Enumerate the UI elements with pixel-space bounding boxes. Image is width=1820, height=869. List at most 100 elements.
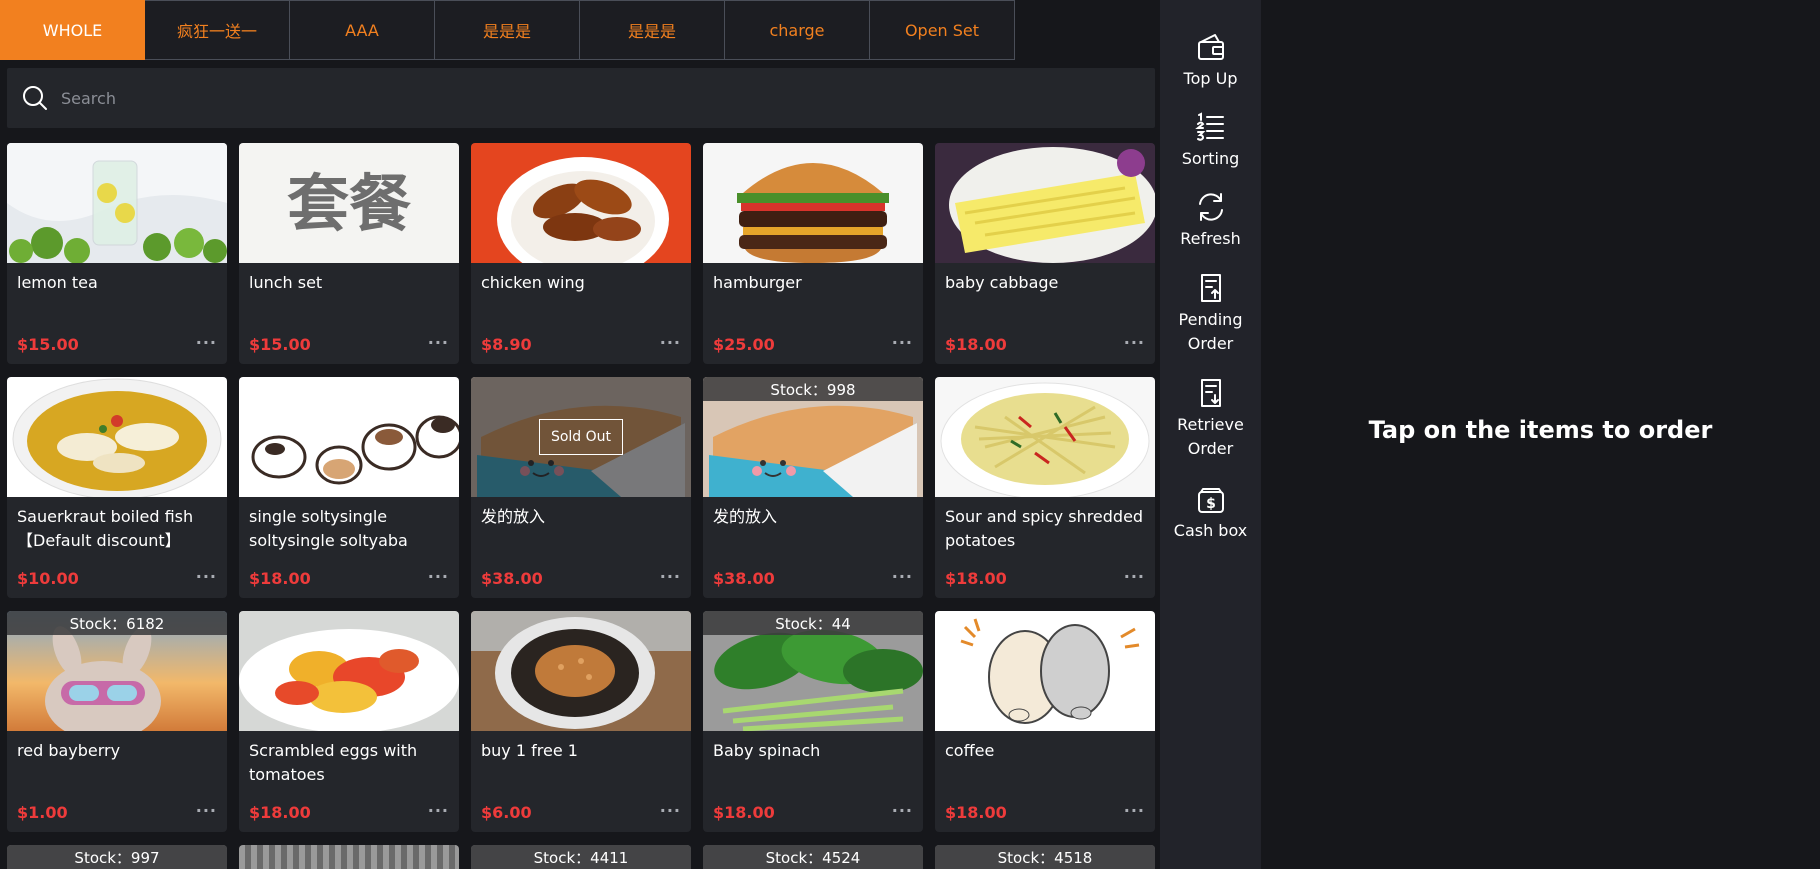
product-name: 发的放入	[481, 507, 546, 526]
search-icon	[23, 86, 47, 110]
stock-badge: Stock：998	[703, 377, 923, 401]
product-card[interactable]: Stock：6182 red bayberry $1.00 ···	[7, 611, 227, 832]
product-image	[471, 143, 691, 263]
more-options-icon[interactable]: ···	[1124, 333, 1145, 352]
more-options-icon[interactable]: ···	[660, 801, 681, 820]
more-options-icon[interactable]: ···	[428, 333, 449, 352]
tab-aaa[interactable]: AAA	[290, 0, 435, 60]
stock-badge: Stock：4518	[935, 845, 1155, 869]
stock-badge: Stock：44	[703, 611, 923, 635]
more-options-icon[interactable]: ···	[196, 333, 217, 352]
pending-order-button[interactable]: Pending Order	[1160, 271, 1261, 356]
stock-badge: Stock：4411	[471, 845, 691, 869]
refresh-button[interactable]: Refresh	[1160, 190, 1261, 251]
stock-badge: Stock：4524	[703, 845, 923, 869]
product-card[interactable]: Stock：44 Baby spinach $18.00 ···	[703, 611, 923, 832]
product-image	[7, 377, 227, 497]
product-card[interactable]: Sauerkraut boiled fish【Default discount】…	[7, 377, 227, 598]
more-options-icon[interactable]: ···	[892, 801, 913, 820]
sorting-label: Sorting	[1181, 149, 1240, 168]
sorting-button[interactable]: Sorting	[1160, 110, 1261, 171]
product-card[interactable]: Stock：4518	[935, 845, 1155, 869]
product-card[interactable]: chicken wing $8.90 ···	[471, 143, 691, 364]
product-card[interactable]: Stock：4524	[703, 845, 923, 869]
product-name: Scrambled eggs with tomatoes	[249, 741, 418, 784]
product-name: coffee	[945, 741, 995, 760]
product-card[interactable]: Sold Out 发的放入 $38.00 ···	[471, 377, 691, 598]
tab-shishishi-1[interactable]: 是是是	[435, 0, 580, 60]
product-price: $15.00	[249, 335, 311, 354]
product-card[interactable]: 套餐 lunch set $15.00 ···	[239, 143, 459, 364]
more-options-icon[interactable]: ···	[1124, 567, 1145, 586]
product-price: $18.00	[249, 569, 311, 588]
retrieve-order-label: Retrieve Order	[1177, 415, 1244, 458]
product-image: Stock：44	[703, 611, 923, 731]
more-options-icon[interactable]: ···	[196, 801, 217, 820]
product-name: 发的放入	[713, 507, 778, 526]
more-options-icon[interactable]: ···	[660, 333, 681, 352]
product-card[interactable]: lemon tea $15.00 ···	[7, 143, 227, 364]
sold-out-overlay: Sold Out	[471, 377, 691, 497]
product-name: hamburger	[713, 273, 802, 292]
product-card[interactable]: Scrambled eggs with tomatoes $18.00 ···	[239, 611, 459, 832]
top-up-label: Top Up	[1183, 69, 1238, 88]
product-price: $18.00	[249, 803, 311, 822]
product-card[interactable]: baby cabbage $18.00 ···	[935, 143, 1155, 364]
search-input[interactable]	[61, 88, 1121, 108]
cash-box-button[interactable]: $ Cash box	[1160, 482, 1261, 543]
product-image	[471, 611, 691, 731]
menu-panel: WHOLE 疯狂一送一 AAA 是是是 是是是 charge Open Set …	[0, 0, 1160, 869]
product-name: Sour and spicy shredded potatoes	[945, 507, 1144, 550]
product-name: Sauerkraut boiled fish【Default discount】	[17, 507, 194, 550]
more-options-icon[interactable]: ···	[892, 333, 913, 352]
top-up-button[interactable]: Top Up	[1160, 30, 1261, 91]
list-sort-icon	[1194, 112, 1224, 141]
more-options-icon[interactable]: ···	[196, 567, 217, 586]
product-card[interactable]: Stock：4411	[471, 845, 691, 869]
product-image: 套餐	[239, 143, 459, 263]
product-name: buy 1 free 1	[481, 741, 578, 760]
product-image	[7, 143, 227, 263]
product-card[interactable]: single soltysingle soltysingle soltyaba $…	[239, 377, 459, 598]
product-price: $25.00	[713, 335, 775, 354]
product-image	[935, 611, 1155, 731]
more-options-icon[interactable]: ···	[660, 567, 681, 586]
product-card[interactable]: coffee $18.00 ···	[935, 611, 1155, 832]
more-options-icon[interactable]: ···	[892, 567, 913, 586]
product-name: lunch set	[249, 273, 323, 292]
tab-open-set[interactable]: Open Set	[870, 0, 1015, 60]
product-price: $8.90	[481, 335, 532, 354]
more-options-icon[interactable]: ···	[1124, 801, 1145, 820]
cash-box-label: Cash box	[1173, 521, 1248, 540]
product-card[interactable]: Stock：997	[7, 845, 227, 869]
product-image: Sold Out	[471, 377, 691, 497]
more-options-icon[interactable]: ···	[428, 567, 449, 586]
product-card[interactable]: hamburger $25.00 ···	[703, 143, 923, 364]
action-sidebar: Top Up Sorting Refresh Pending Order Ret…	[1160, 0, 1261, 869]
product-image: Stock：6182	[7, 611, 227, 731]
product-image	[703, 143, 923, 263]
refresh-label: Refresh	[1180, 229, 1241, 248]
retrieve-order-button[interactable]: Retrieve Order	[1160, 376, 1261, 461]
tab-shishishi-2[interactable]: 是是是	[580, 0, 725, 60]
pending-order-label: Pending Order	[1178, 310, 1243, 353]
order-empty-hint: Tap on the items to order	[1368, 416, 1713, 444]
refresh-icon	[1198, 193, 1223, 221]
product-card[interactable]: buy 1 free 1 $6.00 ···	[471, 611, 691, 832]
stock-badge: Stock：997	[7, 845, 227, 869]
product-price: $1.00	[17, 803, 68, 822]
stock-badge: Stock：6182	[7, 611, 227, 635]
product-image	[239, 611, 459, 731]
product-card[interactable]: Sour and spicy shredded potatoes $18.00 ··…	[935, 377, 1155, 598]
more-options-icon[interactable]: ···	[428, 801, 449, 820]
search-bar[interactable]	[7, 68, 1155, 128]
product-card[interactable]	[239, 845, 459, 869]
tab-charge[interactable]: charge	[725, 0, 870, 60]
svg-text:$: $	[1206, 496, 1216, 512]
product-name: baby cabbage	[945, 273, 1059, 292]
tab-whole[interactable]: WHOLE	[0, 0, 145, 60]
retrieve-order-icon	[1200, 379, 1221, 407]
tab-crazy-buy-one-get-one[interactable]: 疯狂一送一	[145, 0, 290, 60]
product-price: $6.00	[481, 803, 532, 822]
product-card[interactable]: Stock：998 发的放入 $38.00 ···	[703, 377, 923, 598]
